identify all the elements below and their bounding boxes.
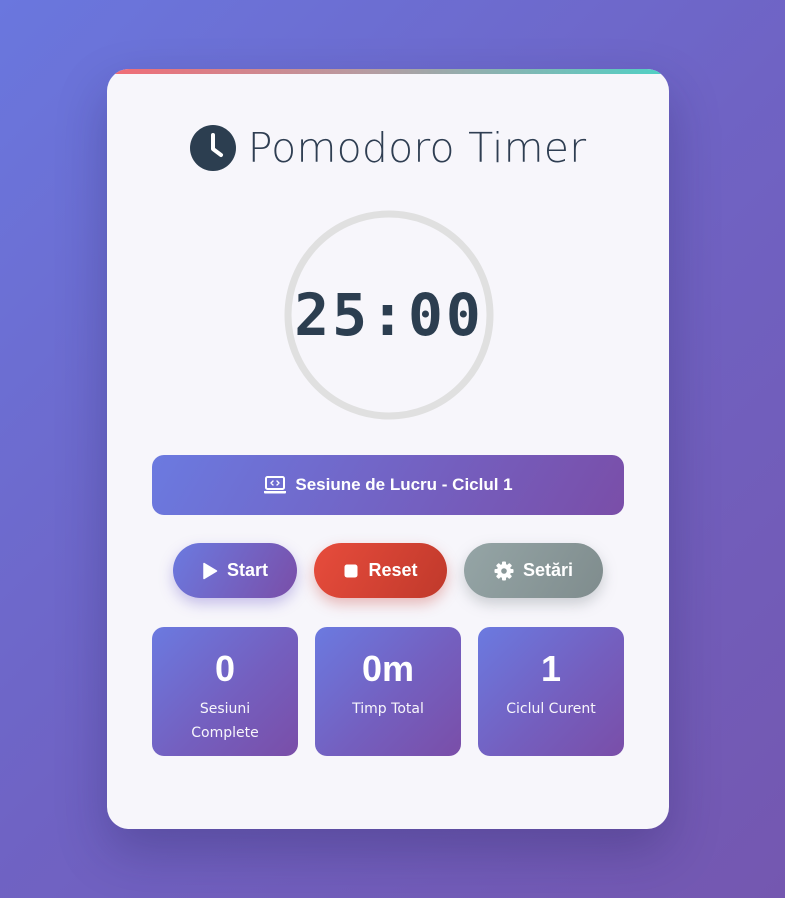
settings-label: Setări xyxy=(522,560,574,580)
start-label: Start xyxy=(226,560,268,580)
session-label: Sesiune de Lucru - Ciclul 1 xyxy=(295,475,513,494)
pomodoro-card: Pomodoro Timer 25:00 Sesiune de Lucru - … xyxy=(107,69,669,829)
laptop-code-icon xyxy=(264,476,287,494)
timer-ring: 25:00 xyxy=(284,210,494,420)
app-title: Pomodoro Timer xyxy=(247,124,587,172)
title-row: Pomodoro Timer xyxy=(107,123,669,173)
stat-label: Ciclul Curent xyxy=(506,701,596,717)
timer-display: 25:00 xyxy=(294,281,484,349)
stat-card-sessions-complete: 0 Sesiuni Complete xyxy=(152,627,298,756)
stat-label: Sesiuni Complete xyxy=(191,701,259,741)
stat-value: 0 xyxy=(214,648,236,689)
gear-icon xyxy=(494,561,514,580)
top-accent-bar xyxy=(107,69,669,74)
stat-value: 0m xyxy=(361,648,415,689)
stat-card-total-time: 0m Timp Total xyxy=(315,627,461,756)
stop-icon xyxy=(344,564,358,577)
reset-button[interactable]: Reset xyxy=(314,543,447,598)
stat-card-current-cycle: 1 Ciclul Curent xyxy=(478,627,624,756)
stat-label: Timp Total xyxy=(352,701,424,717)
clock-icon xyxy=(189,125,236,171)
session-banner: Sesiune de Lucru - Ciclul 1 xyxy=(152,455,624,515)
settings-button[interactable]: Setări xyxy=(464,543,603,598)
stat-value: 1 xyxy=(540,648,562,689)
start-button[interactable]: Start xyxy=(173,543,297,598)
reset-label: Reset xyxy=(368,560,418,580)
play-icon xyxy=(203,562,218,579)
